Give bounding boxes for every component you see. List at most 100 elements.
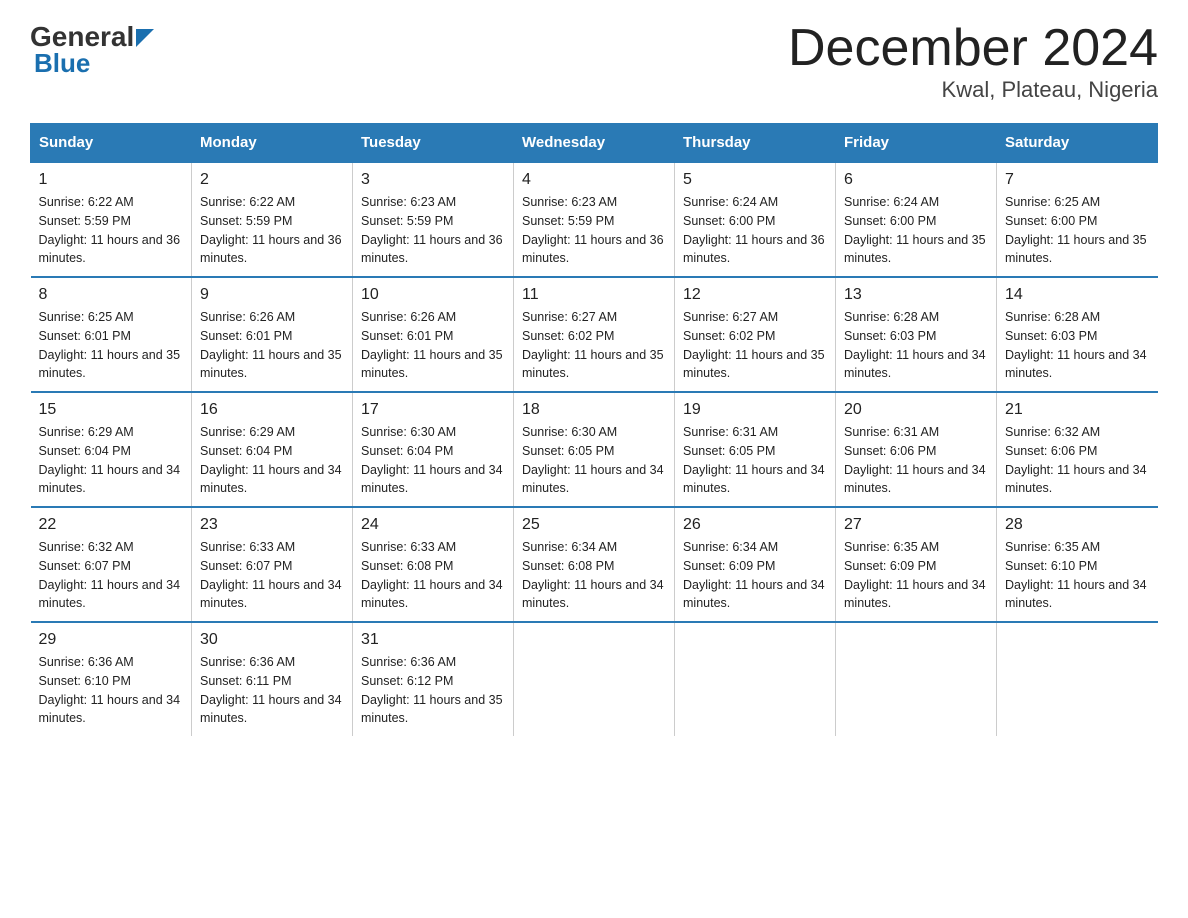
calendar-cell: 21 Sunrise: 6:32 AMSunset: 6:06 PMDaylig… [997,392,1158,507]
day-info: Sunrise: 6:26 AMSunset: 6:01 PMDaylight:… [200,310,342,380]
day-number: 31 [361,631,505,649]
calendar-cell: 28 Sunrise: 6:35 AMSunset: 6:10 PMDaylig… [997,507,1158,622]
title-block: December 2024 Kwal, Plateau, Nigeria [788,20,1158,103]
weekday-header-row: SundayMondayTuesdayWednesdayThursdayFrid… [31,124,1158,163]
page-title: December 2024 [788,20,1158,77]
week-row-3: 15 Sunrise: 6:29 AMSunset: 6:04 PMDaylig… [31,392,1158,507]
day-number: 8 [39,286,184,304]
calendar-cell: 25 Sunrise: 6:34 AMSunset: 6:08 PMDaylig… [514,507,675,622]
calendar-cell: 26 Sunrise: 6:34 AMSunset: 6:09 PMDaylig… [675,507,836,622]
day-number: 21 [1005,401,1150,419]
day-number: 16 [200,401,344,419]
calendar-cell: 8 Sunrise: 6:25 AMSunset: 6:01 PMDayligh… [31,277,192,392]
week-row-5: 29 Sunrise: 6:36 AMSunset: 6:10 PMDaylig… [31,622,1158,736]
calendar-cell: 27 Sunrise: 6:35 AMSunset: 6:09 PMDaylig… [836,507,997,622]
calendar-cell: 20 Sunrise: 6:31 AMSunset: 6:06 PMDaylig… [836,392,997,507]
calendar-cell: 30 Sunrise: 6:36 AMSunset: 6:11 PMDaylig… [192,622,353,736]
logo: General Blue [30,20,154,79]
calendar-table: SundayMondayTuesdayWednesdayThursdayFrid… [30,123,1158,736]
calendar-cell: 19 Sunrise: 6:31 AMSunset: 6:05 PMDaylig… [675,392,836,507]
calendar-cell: 7 Sunrise: 6:25 AMSunset: 6:00 PMDayligh… [997,162,1158,277]
day-number: 7 [1005,171,1150,189]
day-number: 18 [522,401,666,419]
day-info: Sunrise: 6:26 AMSunset: 6:01 PMDaylight:… [361,310,503,380]
day-number: 11 [522,286,666,304]
page-subtitle: Kwal, Plateau, Nigeria [788,77,1158,103]
day-info: Sunrise: 6:32 AMSunset: 6:07 PMDaylight:… [39,540,181,610]
day-info: Sunrise: 6:23 AMSunset: 5:59 PMDaylight:… [361,195,503,265]
weekday-header-monday: Monday [192,124,353,163]
calendar-cell: 14 Sunrise: 6:28 AMSunset: 6:03 PMDaylig… [997,277,1158,392]
day-info: Sunrise: 6:35 AMSunset: 6:10 PMDaylight:… [1005,540,1147,610]
calendar-cell [836,622,997,736]
calendar-cell: 16 Sunrise: 6:29 AMSunset: 6:04 PMDaylig… [192,392,353,507]
calendar-cell: 23 Sunrise: 6:33 AMSunset: 6:07 PMDaylig… [192,507,353,622]
day-number: 19 [683,401,827,419]
day-number: 25 [522,516,666,534]
day-info: Sunrise: 6:36 AMSunset: 6:12 PMDaylight:… [361,655,503,725]
calendar-cell: 12 Sunrise: 6:27 AMSunset: 6:02 PMDaylig… [675,277,836,392]
day-info: Sunrise: 6:24 AMSunset: 6:00 PMDaylight:… [683,195,825,265]
day-info: Sunrise: 6:30 AMSunset: 6:04 PMDaylight:… [361,425,503,495]
day-info: Sunrise: 6:27 AMSunset: 6:02 PMDaylight:… [522,310,664,380]
day-info: Sunrise: 6:29 AMSunset: 6:04 PMDaylight:… [200,425,342,495]
day-number: 23 [200,516,344,534]
calendar-cell [514,622,675,736]
page-header: General Blue December 2024 Kwal, Plateau… [30,20,1158,103]
day-number: 29 [39,631,184,649]
day-info: Sunrise: 6:34 AMSunset: 6:09 PMDaylight:… [683,540,825,610]
day-info: Sunrise: 6:28 AMSunset: 6:03 PMDaylight:… [1005,310,1147,380]
day-number: 13 [844,286,988,304]
day-number: 10 [361,286,505,304]
day-number: 24 [361,516,505,534]
day-info: Sunrise: 6:25 AMSunset: 6:01 PMDaylight:… [39,310,181,380]
day-info: Sunrise: 6:34 AMSunset: 6:08 PMDaylight:… [522,540,664,610]
day-number: 14 [1005,286,1150,304]
day-number: 12 [683,286,827,304]
calendar-cell: 2 Sunrise: 6:22 AMSunset: 5:59 PMDayligh… [192,162,353,277]
weekday-header-saturday: Saturday [997,124,1158,163]
logo-blue-text: Blue [34,48,90,78]
day-info: Sunrise: 6:31 AMSunset: 6:06 PMDaylight:… [844,425,986,495]
day-info: Sunrise: 6:36 AMSunset: 6:11 PMDaylight:… [200,655,342,725]
day-info: Sunrise: 6:36 AMSunset: 6:10 PMDaylight:… [39,655,181,725]
week-row-4: 22 Sunrise: 6:32 AMSunset: 6:07 PMDaylig… [31,507,1158,622]
day-number: 2 [200,171,344,189]
day-number: 26 [683,516,827,534]
day-number: 28 [1005,516,1150,534]
day-number: 22 [39,516,184,534]
calendar-cell: 17 Sunrise: 6:30 AMSunset: 6:04 PMDaylig… [353,392,514,507]
calendar-cell: 13 Sunrise: 6:28 AMSunset: 6:03 PMDaylig… [836,277,997,392]
day-number: 15 [39,401,184,419]
day-number: 4 [522,171,666,189]
day-info: Sunrise: 6:35 AMSunset: 6:09 PMDaylight:… [844,540,986,610]
week-row-2: 8 Sunrise: 6:25 AMSunset: 6:01 PMDayligh… [31,277,1158,392]
weekday-header-thursday: Thursday [675,124,836,163]
day-info: Sunrise: 6:31 AMSunset: 6:05 PMDaylight:… [683,425,825,495]
calendar-cell: 22 Sunrise: 6:32 AMSunset: 6:07 PMDaylig… [31,507,192,622]
calendar-cell: 3 Sunrise: 6:23 AMSunset: 5:59 PMDayligh… [353,162,514,277]
calendar-cell: 1 Sunrise: 6:22 AMSunset: 5:59 PMDayligh… [31,162,192,277]
day-number: 5 [683,171,827,189]
day-info: Sunrise: 6:29 AMSunset: 6:04 PMDaylight:… [39,425,181,495]
logo-triangle-icon [136,22,154,54]
day-number: 20 [844,401,988,419]
calendar-cell: 6 Sunrise: 6:24 AMSunset: 6:00 PMDayligh… [836,162,997,277]
day-info: Sunrise: 6:22 AMSunset: 5:59 PMDaylight:… [200,195,342,265]
calendar-cell: 24 Sunrise: 6:33 AMSunset: 6:08 PMDaylig… [353,507,514,622]
calendar-cell: 10 Sunrise: 6:26 AMSunset: 6:01 PMDaylig… [353,277,514,392]
calendar-cell: 9 Sunrise: 6:26 AMSunset: 6:01 PMDayligh… [192,277,353,392]
calendar-cell: 11 Sunrise: 6:27 AMSunset: 6:02 PMDaylig… [514,277,675,392]
calendar-cell: 5 Sunrise: 6:24 AMSunset: 6:00 PMDayligh… [675,162,836,277]
day-info: Sunrise: 6:23 AMSunset: 5:59 PMDaylight:… [522,195,664,265]
day-info: Sunrise: 6:32 AMSunset: 6:06 PMDaylight:… [1005,425,1147,495]
day-number: 3 [361,171,505,189]
weekday-header-wednesday: Wednesday [514,124,675,163]
day-number: 6 [844,171,988,189]
day-info: Sunrise: 6:33 AMSunset: 6:08 PMDaylight:… [361,540,503,610]
day-info: Sunrise: 6:25 AMSunset: 6:00 PMDaylight:… [1005,195,1147,265]
calendar-cell: 31 Sunrise: 6:36 AMSunset: 6:12 PMDaylig… [353,622,514,736]
day-number: 27 [844,516,988,534]
day-number: 17 [361,401,505,419]
day-info: Sunrise: 6:27 AMSunset: 6:02 PMDaylight:… [683,310,825,380]
